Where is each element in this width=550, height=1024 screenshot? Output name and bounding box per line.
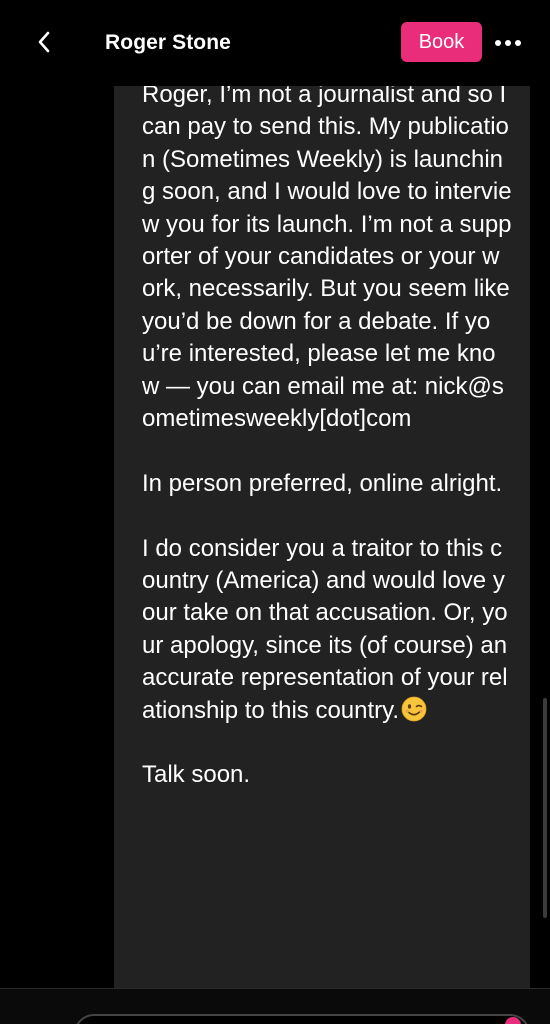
message-paragraph: Talk soon. [142, 761, 251, 789]
message-input[interactable] [74, 1014, 530, 1024]
message-paragraph: In person preferred, online alright. [142, 468, 512, 500]
more-options-button[interactable] [490, 28, 526, 58]
chat-screen: Roger Stone Book Roger, I’m not a journa… [0, 0, 550, 1024]
book-button[interactable]: Book [401, 22, 482, 62]
more-horizontal-icon [494, 39, 522, 47]
message-paragraph: Roger, I’m not a journalist and so I can… [142, 81, 512, 433]
conversation-title[interactable]: Roger Stone [105, 29, 231, 57]
message-paragraph-text: In person preferred, online alright. [142, 469, 503, 497]
scrollbar-thumb[interactable] [543, 698, 547, 918]
message-paragraph: I do consider you a traitor to this coun… [142, 533, 512, 727]
message-paragraph-text: I do consider you a traitor to this coun… [142, 534, 508, 724]
chevron-left-icon [36, 30, 52, 54]
chat-header: Roger Stone Book [0, 0, 550, 86]
back-button[interactable] [26, 24, 62, 60]
winking-face-emoji-icon [401, 696, 427, 722]
message-body: Roger, I’m not a journalist and so I can… [142, 79, 512, 792]
